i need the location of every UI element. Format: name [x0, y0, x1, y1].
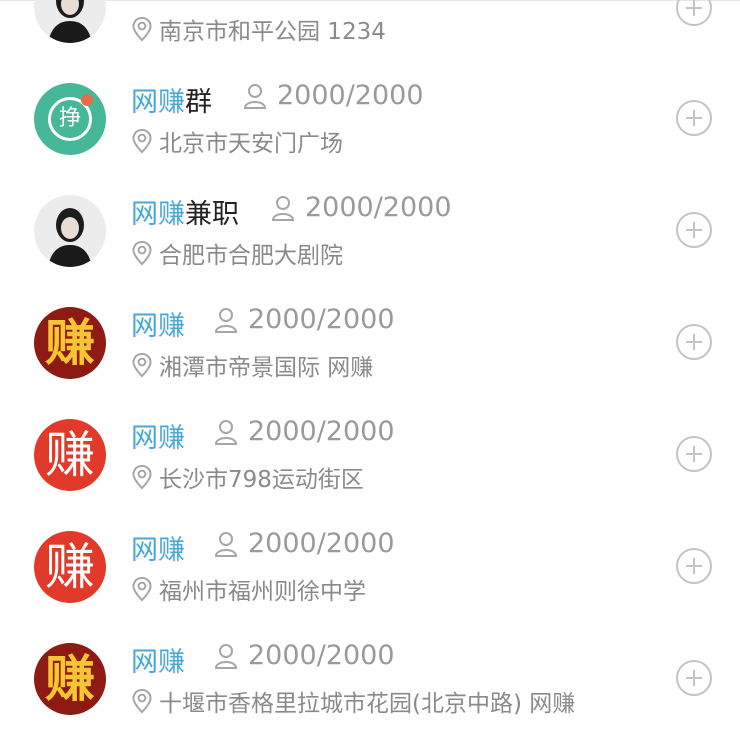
add-circle-icon[interactable]	[676, 0, 712, 26]
member-count-text: 2000/2000	[277, 80, 424, 111]
group-location-text: 十堰市香格里拉城市花园(北京中路) 网赚	[159, 691, 576, 717]
group-name-highlight: 网赚	[131, 311, 185, 342]
profile-photo-icon	[34, 195, 106, 267]
person-icon	[214, 643, 238, 669]
location-pin-icon	[132, 464, 152, 490]
group-name-highlight: 网赚	[131, 199, 185, 230]
group-location: 十堰市香格里拉城市花园(北京中路) 网赚	[131, 684, 575, 718]
location-pin-icon	[132, 240, 152, 266]
group-location: 湘潭市帝景国际 网赚	[131, 348, 373, 382]
list-item[interactable]: 赚 网赚 2000/2000 湘潭市帝景国际 网赚	[0, 284, 740, 396]
member-count-text: 2000/2000	[305, 192, 452, 223]
group-location-text: 福州市福州则徐中学	[159, 579, 366, 605]
avatar: 赚	[34, 419, 106, 491]
member-count-text: 2000/2000	[248, 528, 395, 559]
avatar-glyph: 赚	[45, 313, 95, 372]
add-circle-icon[interactable]	[676, 100, 712, 136]
person-icon	[214, 531, 238, 557]
avatar-glyph: 赚	[45, 538, 95, 596]
list-item[interactable]: 挣 网赚群 2000/2000 北京市天安门广场	[0, 60, 740, 172]
list-item[interactable]: 网赚兼职 2000/2000 合肥市合肥大剧院	[0, 172, 740, 284]
group-name-rest: 群	[185, 87, 212, 118]
location-pin-icon	[132, 688, 152, 714]
group-name-rest: 兼职	[185, 199, 239, 230]
profile-photo-icon	[34, 0, 106, 43]
group-location-text: 湘潭市帝景国际 网赚	[159, 355, 374, 381]
list-item[interactable]: 赚 网赚 2000/2000 长沙市798运动街区	[0, 396, 740, 508]
group-name: 网赚	[131, 640, 185, 679]
group-location-text: 长沙市798运动街区	[159, 467, 364, 493]
member-count-text: 2000/2000	[248, 416, 395, 447]
avatar	[34, 195, 106, 267]
list-item[interactable]: 南京市和平公园 1234	[0, 0, 740, 45]
group-name-highlight: 网赚	[131, 87, 185, 118]
location-pin-icon	[132, 16, 152, 42]
group-name-highlight: 网赚	[131, 423, 185, 454]
add-circle-icon[interactable]	[676, 212, 712, 248]
avatar-glyph: 赚	[45, 426, 95, 484]
location-pin-icon	[132, 576, 152, 602]
group-name-highlight: 网赚	[131, 535, 185, 566]
avatar-glyph: 挣	[48, 94, 93, 141]
member-count-text: 2000/2000	[248, 640, 395, 671]
add-circle-icon[interactable]	[676, 548, 712, 584]
group-name: 网赚	[131, 416, 185, 455]
person-icon	[214, 419, 238, 445]
member-count: 2000/2000	[214, 640, 395, 671]
group-name: 网赚	[131, 528, 185, 567]
group-location: 长沙市798运动街区	[131, 460, 364, 494]
avatar: 赚	[34, 531, 106, 603]
group-location: 合肥市合肥大剧院	[131, 236, 343, 270]
member-count: 2000/2000	[214, 528, 395, 559]
group-name-highlight: 网赚	[131, 647, 185, 678]
list-item[interactable]: 赚 网赚 2000/2000 十堰市香格里拉城市花园(北京中路) 网赚	[0, 620, 740, 732]
group-name: 网赚兼职	[131, 192, 239, 231]
person-icon	[243, 83, 267, 109]
add-circle-icon[interactable]	[676, 436, 712, 472]
member-count: 2000/2000	[243, 80, 424, 111]
avatar	[34, 0, 106, 43]
add-circle-icon[interactable]	[676, 660, 712, 696]
member-count-text: 2000/2000	[248, 304, 395, 335]
member-count: 2000/2000	[271, 192, 452, 223]
avatar: 赚	[34, 307, 106, 379]
group-list: 南京市和平公园 1234 挣 网赚群 2000/2000 北京市天安门广场 网赚…	[0, 0, 740, 722]
group-location-text: 北京市天安门广场	[159, 131, 343, 157]
group-name: 网赚	[131, 304, 185, 343]
avatar-glyph: 赚	[45, 649, 95, 708]
avatar: 挣	[34, 83, 106, 155]
group-location: 福州市福州则徐中学	[131, 572, 366, 606]
member-count: 2000/2000	[214, 304, 395, 335]
group-location: 南京市和平公园 1234	[131, 12, 386, 46]
add-circle-icon[interactable]	[676, 324, 712, 360]
location-pin-icon	[132, 128, 152, 154]
group-location-text: 南京市和平公园 1234	[159, 19, 386, 45]
avatar: 赚	[34, 643, 106, 715]
list-item[interactable]: 赚 网赚 2000/2000 福州市福州则徐中学	[0, 508, 740, 620]
group-location-text: 合肥市合肥大剧院	[159, 243, 343, 269]
location-pin-icon	[132, 352, 152, 378]
group-location: 北京市天安门广场	[131, 124, 343, 158]
person-icon	[271, 195, 295, 221]
group-name: 网赚群	[131, 80, 212, 119]
member-count: 2000/2000	[214, 416, 395, 447]
person-icon	[214, 307, 238, 333]
